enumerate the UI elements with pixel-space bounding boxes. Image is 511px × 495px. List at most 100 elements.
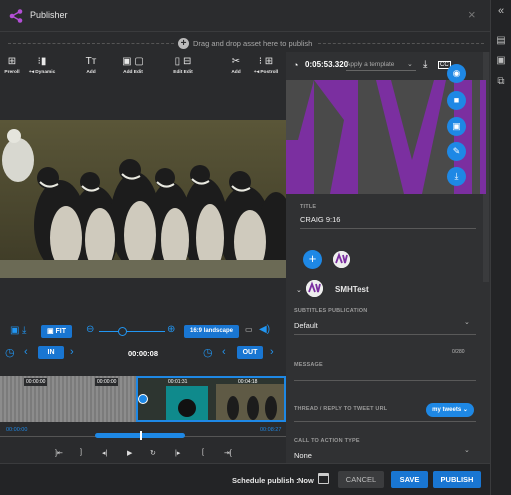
out-button[interactable]: OUT: [237, 346, 263, 359]
download-icon[interactable]: ⤓: [447, 167, 466, 186]
postroll-icon: ⁝ ⊞: [258, 56, 274, 67]
close-icon[interactable]: ×: [468, 7, 476, 22]
publish-button[interactable]: PUBLISH: [433, 471, 481, 488]
video-camera-icon[interactable]: ■: [447, 91, 466, 110]
timer-icon: ◔: [293, 60, 299, 70]
add-text-button[interactable]: Tт Add: [82, 56, 100, 80]
step-back-icon[interactable]: ◂|: [102, 449, 107, 457]
dynamic-button[interactable]: ⁝▮ +◂ Dynamic: [24, 56, 60, 80]
chevron-down-icon[interactable]: ⌄: [464, 446, 470, 454]
subtitles-label: SUBTITLES PUBLICATION: [294, 308, 368, 314]
zoom-slider-handle[interactable]: [118, 327, 127, 336]
chevron-left-icon[interactable]: ‹: [24, 346, 28, 358]
schedule-label: Schedule publish :: [232, 476, 299, 485]
fit-button[interactable]: ▣ FIT: [41, 325, 72, 338]
edit-button[interactable]: ▯ ⊟ Edit Edit: [167, 56, 199, 80]
cut-button[interactable]: ✂ Add: [228, 56, 244, 80]
download-icon[interactable]: ⤓: [423, 59, 427, 70]
play-icon[interactable]: ▶: [127, 449, 132, 457]
schedule-value[interactable]: Now: [298, 476, 314, 485]
collapse-icon[interactable]: «: [495, 6, 507, 17]
current-time: 00:00:08: [128, 349, 159, 358]
document-icon[interactable]: ▤: [495, 36, 507, 46]
add-image-button[interactable]: ▣ ▢ Add Edit: [118, 56, 148, 80]
avatar[interactable]: [333, 251, 350, 268]
postroll-button[interactable]: ⁝ ⊞ +◂ Postroll: [248, 56, 284, 80]
share-icon: [9, 9, 23, 23]
chevron-right-icon[interactable]: ›: [270, 346, 274, 358]
timeline-selected-clip[interactable]: [136, 376, 286, 422]
title-underline: [300, 228, 476, 229]
download-icon[interactable]: ⤓: [22, 325, 26, 336]
scissors-icon: ✂: [231, 56, 241, 67]
chevron-down-icon[interactable]: ⌄: [464, 318, 470, 326]
aspect-ratio-button[interactable]: 16:9 landscape: [184, 325, 239, 338]
zoom-out-icon[interactable]: ⊖: [86, 324, 94, 335]
edit-icon: ▯ ⊟: [174, 56, 192, 67]
image-icon: ▣ ▢: [122, 56, 144, 67]
title-label: TITLE: [300, 204, 317, 210]
in-button[interactable]: IN: [38, 346, 64, 359]
message-input[interactable]: [294, 380, 476, 381]
chevron-down-icon: ⌄: [462, 407, 468, 413]
clock-icon[interactable]: ◷: [203, 346, 213, 359]
step-forward-icon[interactable]: |▸: [175, 449, 180, 457]
video-preview[interactable]: [0, 120, 286, 278]
pencil-icon[interactable]: ✎: [447, 142, 466, 161]
preroll-icon: ⊞: [7, 56, 17, 67]
captions-icon[interactable]: ▭: [245, 325, 253, 334]
message-label: MESSAGE: [294, 362, 323, 368]
add-account-button[interactable]: +: [303, 250, 322, 269]
cta-select[interactable]: None: [294, 451, 312, 460]
go-to-out-icon[interactable]: ⇥[: [224, 449, 232, 457]
image-icon[interactable]: ▣: [10, 325, 19, 336]
text-icon: Tт: [85, 56, 97, 67]
playback-controls: ]⇤ ] ◂| ▶ ↻ |▸ [ ⇥[: [0, 446, 286, 462]
timeline-scrubber: 00:00:00 00:08:27: [0, 424, 286, 446]
chevron-down-icon[interactable]: ⌄: [296, 286, 302, 294]
drop-divider-right: [318, 43, 484, 44]
calendar-icon[interactable]: [318, 473, 329, 484]
timeline-end: 00:08:27: [260, 427, 282, 433]
avatar: [306, 280, 323, 297]
go-to-in-icon[interactable]: ]⇤: [55, 449, 63, 457]
fit-icon: ▣: [46, 328, 56, 335]
cta-label: CALL TO ACTION TYPE: [294, 438, 360, 444]
layers-icon[interactable]: ⧉: [495, 77, 507, 87]
timeline-label: 00:04:18: [238, 379, 258, 385]
scrub-handle[interactable]: [140, 431, 142, 440]
subtitles-select[interactable]: Default: [294, 321, 318, 330]
preroll-button[interactable]: ⊞ Preroll: [3, 56, 21, 80]
chevron-left-icon[interactable]: ‹: [222, 346, 226, 358]
video-controls-row: ▣ ⤓ ▣ FIT ⊖ ⊕ 16:9 landscape ▭ ◀): [0, 321, 286, 341]
add-icon[interactable]: +: [178, 38, 189, 49]
media-icon[interactable]: ▣: [495, 56, 507, 66]
drop-zone-text: Drag and drop asset here to publish: [193, 39, 313, 48]
publisher-window: Publisher × « ▤ ▣ ⧉ + Drag and drop asse…: [0, 0, 511, 495]
template-select[interactable]: Apply a template: [346, 61, 416, 71]
header-bar: Publisher ×: [0, 0, 490, 32]
set-in-icon[interactable]: [: [202, 449, 204, 456]
save-button[interactable]: SAVE: [391, 471, 428, 488]
account-name: SMHTest: [335, 285, 369, 294]
camera-icon[interactable]: ◉: [447, 64, 466, 83]
timeline[interactable]: 00:00:00 00:00:00 00:01:31 00:04:18: [0, 376, 286, 422]
clock-icon[interactable]: ◷: [5, 346, 15, 359]
my-tweets-button[interactable]: my tweets ⌄: [426, 403, 474, 417]
gallery-icon[interactable]: ▣: [447, 117, 466, 136]
cancel-button[interactable]: CANCEL: [338, 471, 384, 488]
chevron-down-icon[interactable]: ⌄: [407, 60, 413, 68]
set-out-icon[interactable]: ]: [80, 449, 82, 456]
drop-divider-left: [8, 43, 174, 44]
zoom-slider[interactable]: [99, 331, 165, 332]
thread-underline: [294, 421, 476, 422]
title-input[interactable]: CRAIG 9:16: [300, 215, 340, 224]
right-rail: « ▤ ▣ ⧉: [490, 0, 511, 495]
loop-icon[interactable]: ↻: [150, 449, 156, 457]
in-out-controls: ◷ ‹ IN › 00:00:08 ◷ ‹ OUT ›: [0, 344, 286, 362]
chevron-right-icon[interactable]: ›: [70, 346, 74, 358]
clip-handle[interactable]: [138, 394, 148, 404]
timeline-start: 00:00:00: [6, 427, 28, 433]
zoom-in-icon[interactable]: ⊕: [167, 324, 175, 335]
volume-icon[interactable]: ◀): [259, 324, 270, 335]
